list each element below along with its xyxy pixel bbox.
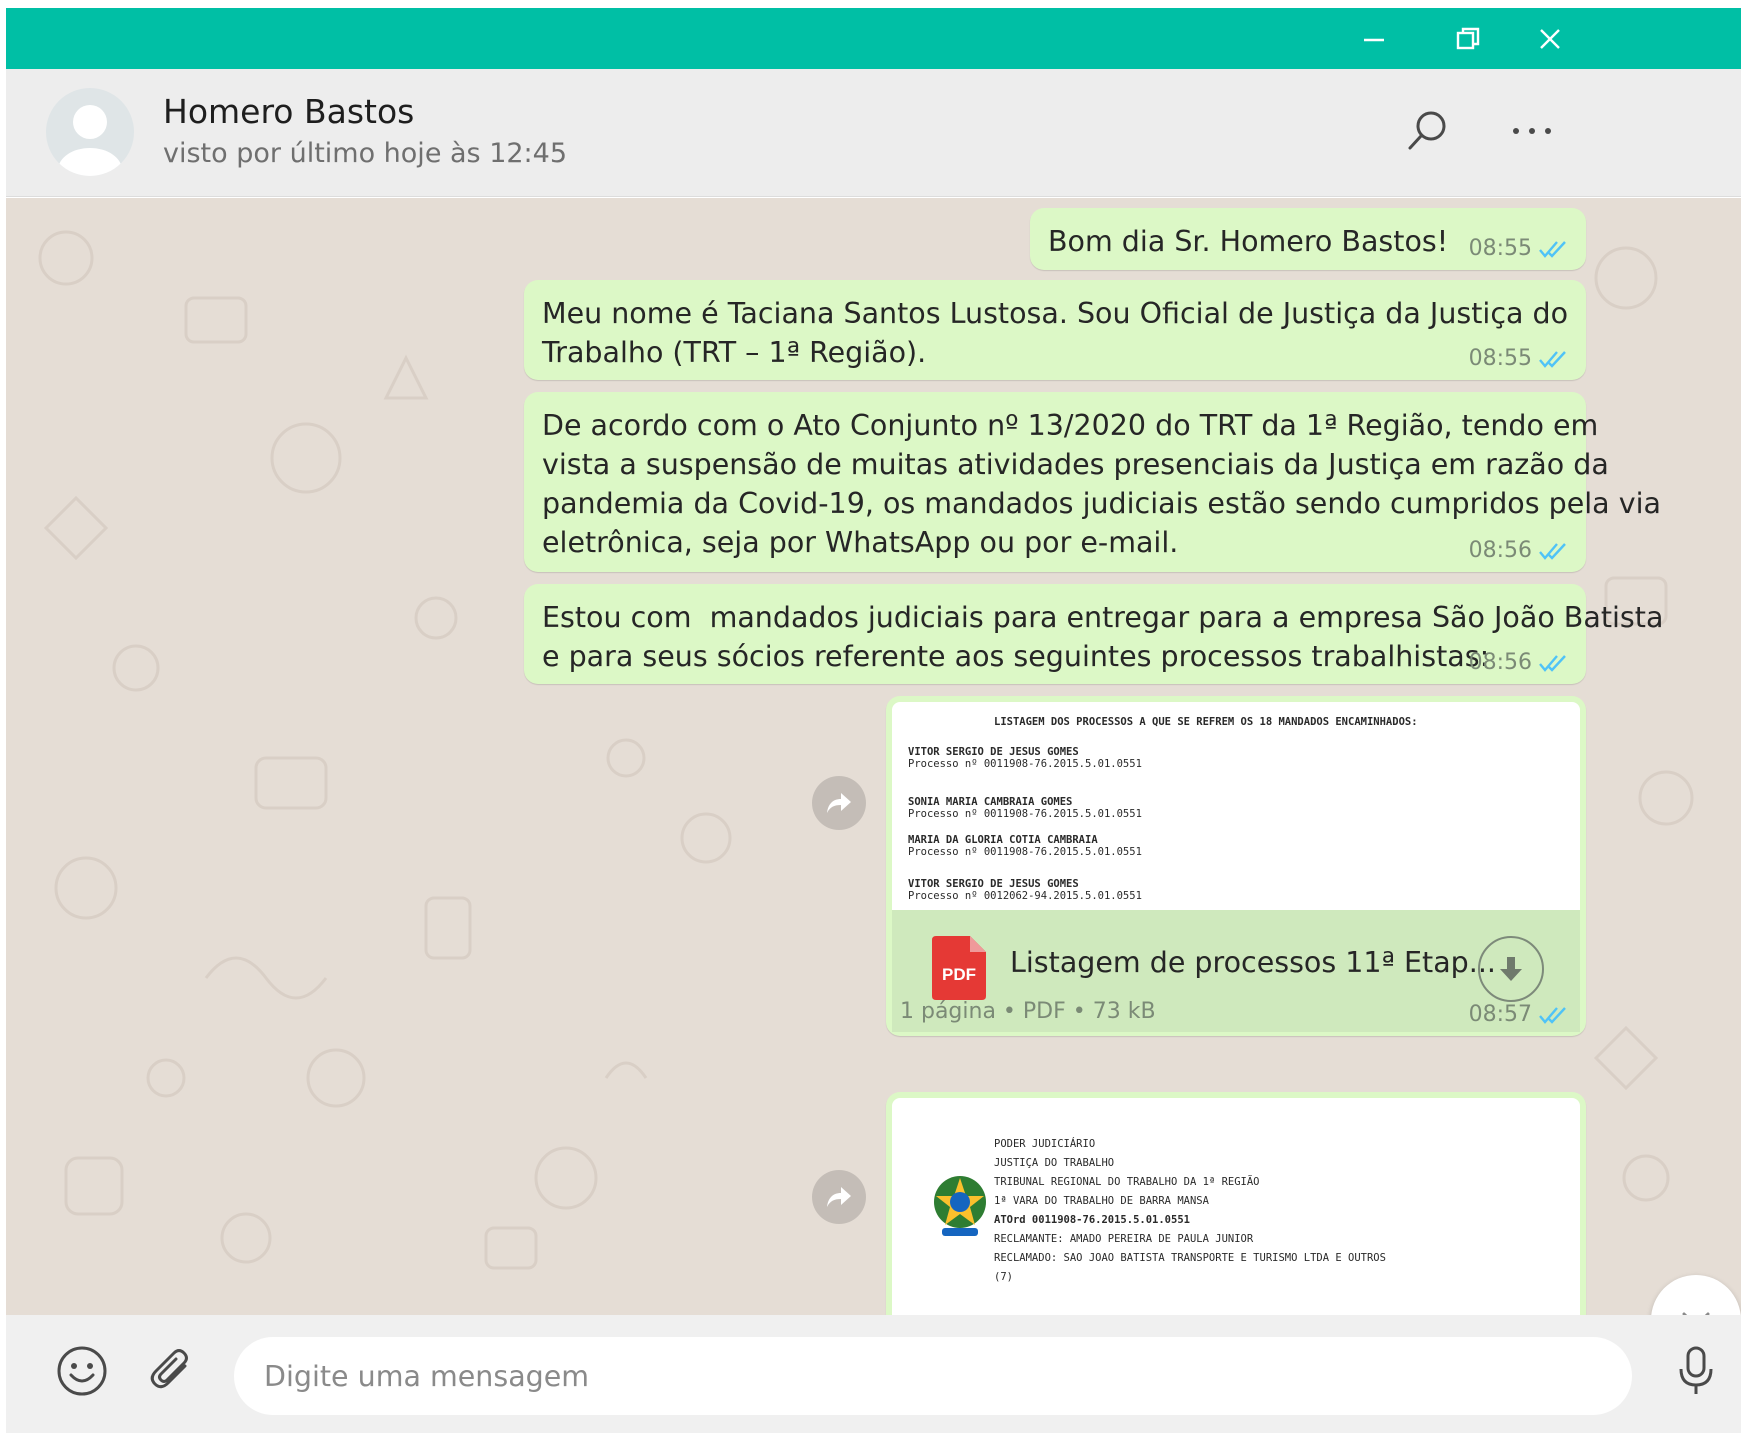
download-button[interactable] bbox=[1478, 936, 1544, 1002]
emoji-button[interactable] bbox=[52, 1341, 112, 1401]
forward-icon bbox=[827, 793, 851, 813]
preview-line: Processo nº 0011908-76.2015.5.01.0551 bbox=[908, 808, 1142, 820]
preview-title: LISTAGEM DOS PROCESSOS A QUE SE REFREM O… bbox=[994, 716, 1418, 728]
download-icon bbox=[1500, 957, 1522, 981]
whatsapp-window: Homero Bastos visto por último hoje às 1… bbox=[6, 8, 1741, 1433]
paperclip-icon bbox=[150, 1349, 188, 1389]
preview-line: VITOR SERGIO DE JESUS GOMES bbox=[908, 746, 1079, 758]
pdf-badge-label: PDF bbox=[942, 965, 976, 984]
microphone-icon bbox=[1679, 1346, 1713, 1394]
preview-line: TRIBUNAL REGIONAL DO TRABALHO DA 1ª REGI… bbox=[994, 1176, 1260, 1188]
double-check-icon bbox=[1539, 1006, 1566, 1024]
message-composer bbox=[6, 1315, 1741, 1433]
document-preview[interactable]: PODER JUDICIÁRIO JUSTIÇA DO TRABALHO TRI… bbox=[892, 1098, 1580, 1315]
preview-line: (7) bbox=[994, 1271, 1013, 1283]
document-file-name: Listagem de processos 11ª Etap... bbox=[1010, 946, 1496, 979]
message-time: 08:55 bbox=[1468, 346, 1532, 371]
message-meta: 08:56 bbox=[1469, 538, 1568, 563]
minimize-icon bbox=[1364, 38, 1384, 41]
restore-button[interactable] bbox=[1421, 8, 1515, 69]
coat-of-arms-icon bbox=[934, 1176, 986, 1236]
message-list[interactable]: Bom dia Sr. Homero Bastos! 08:55 Meu nom… bbox=[6, 198, 1741, 1315]
preview-line: Processo nº 0011908-76.2015.5.01.0551 bbox=[908, 758, 1142, 770]
double-check-icon bbox=[1539, 542, 1566, 560]
contact-name[interactable]: Homero Bastos bbox=[163, 92, 414, 131]
pdf-file-icon: PDF bbox=[932, 936, 986, 1000]
preview-line: RECLAMADO: SAO JOAO BATISTA TRANSPORTE E… bbox=[994, 1252, 1386, 1264]
preview-line: MARIA DA GLORIA COTIA CAMBRAIA bbox=[908, 834, 1098, 846]
attach-button[interactable] bbox=[142, 1341, 202, 1401]
preview-line: PODER JUDICIÁRIO bbox=[994, 1138, 1096, 1150]
close-icon bbox=[1540, 28, 1560, 49]
document-message[interactable]: PODER JUDICIÁRIO JUSTIÇA DO TRABALHO TRI… bbox=[886, 1092, 1586, 1315]
double-check-icon bbox=[1539, 350, 1566, 368]
title-bar bbox=[6, 8, 1741, 69]
message-time: 08:56 bbox=[1468, 650, 1532, 675]
menu-button[interactable] bbox=[1500, 99, 1564, 163]
message-bubble[interactable]: Bom dia Sr. Homero Bastos! 08:55 bbox=[1030, 208, 1586, 270]
document-preview[interactable]: LISTAGEM DOS PROCESSOS A QUE SE REFREM O… bbox=[892, 702, 1580, 910]
document-info: 1 página • PDF • 73 kB bbox=[900, 999, 1156, 1024]
preview-line: VITOR SERGIO DE JESUS GOMES bbox=[908, 878, 1079, 890]
message-bubble[interactable]: Meu nome é Taciana Santos Lustosa. Sou O… bbox=[524, 280, 1586, 380]
close-button[interactable] bbox=[1515, 8, 1585, 69]
preview-line: Processo nº 0011908-76.2015.5.01.0551 bbox=[908, 846, 1142, 858]
document-message[interactable]: LISTAGEM DOS PROCESSOS A QUE SE REFREM O… bbox=[886, 696, 1586, 1036]
forward-button[interactable] bbox=[812, 776, 866, 830]
message-time: 08:55 bbox=[1468, 236, 1532, 261]
preview-line: ATOrd 0011908-76.2015.5.01.0551 bbox=[994, 1214, 1190, 1226]
message-meta: 08:57 bbox=[1469, 1002, 1568, 1027]
restore-icon bbox=[1456, 27, 1480, 49]
message-meta: 08:55 bbox=[1469, 236, 1568, 261]
message-text: Meu nome é Taciana Santos Lustosa. Sou O… bbox=[542, 297, 1569, 369]
message-time: 08:57 bbox=[1468, 1002, 1532, 1027]
avatar[interactable] bbox=[46, 88, 134, 176]
preview-line: Processo nº 0012062-94.2015.5.01.0551 bbox=[908, 890, 1142, 902]
default-avatar-icon bbox=[58, 105, 122, 176]
emoji-icon bbox=[57, 1346, 107, 1396]
forward-icon bbox=[827, 1187, 851, 1207]
menu-icon bbox=[1513, 128, 1551, 134]
minimize-button[interactable] bbox=[1327, 8, 1421, 69]
message-bubble[interactable]: Estou com mandados judiciais para entreg… bbox=[524, 584, 1663, 684]
search-button[interactable] bbox=[1396, 99, 1460, 163]
preview-line: 1ª VARA DO TRABALHO DE BARRA MANSA bbox=[994, 1195, 1209, 1207]
preview-line: SONIA MARIA CAMBRAIA GOMES bbox=[908, 796, 1073, 808]
search-icon bbox=[1408, 111, 1446, 150]
message-input[interactable] bbox=[234, 1337, 1632, 1415]
forward-button[interactable] bbox=[812, 1170, 866, 1224]
contact-last-seen: visto por último hoje às 12:45 bbox=[163, 138, 568, 169]
double-check-icon bbox=[1539, 240, 1566, 258]
preview-line: JUSTIÇA DO TRABALHO bbox=[994, 1157, 1115, 1169]
message-text: Bom dia Sr. Homero Bastos! bbox=[1048, 225, 1449, 258]
voice-message-button[interactable] bbox=[1666, 1341, 1726, 1401]
message-meta: 08:55 bbox=[1469, 346, 1568, 371]
message-bubble[interactable]: De acordo com o Ato Conjunto nº 13/2020 … bbox=[524, 392, 1661, 572]
double-check-icon bbox=[1539, 654, 1566, 672]
chat-header: Homero Bastos visto por último hoje às 1… bbox=[6, 69, 1741, 197]
message-time: 08:56 bbox=[1468, 538, 1532, 563]
preview-line: RECLAMANTE: AMADO PEREIRA DE PAULA JUNIO… bbox=[994, 1233, 1254, 1245]
message-meta: 08:56 bbox=[1469, 650, 1568, 675]
